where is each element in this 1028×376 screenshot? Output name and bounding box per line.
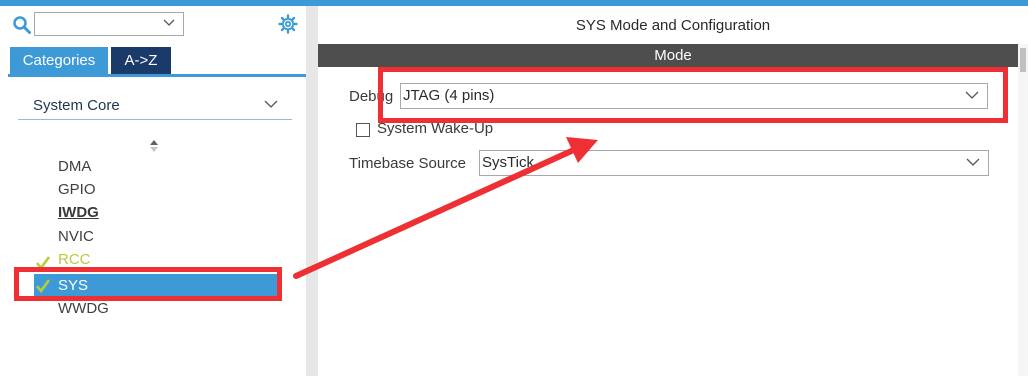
gear-icon[interactable] — [278, 14, 298, 34]
timebase-select[interactable]: SysTick — [479, 150, 989, 176]
section-header-mode[interactable]: Mode — [318, 44, 1028, 67]
list-item-dma[interactable]: DMA — [58, 158, 91, 175]
system-wakeup-checkbox[interactable] — [356, 123, 370, 137]
list-item-iwdg[interactable]: IWDG — [58, 204, 99, 221]
tab-underline — [8, 74, 306, 77]
search-icon[interactable] — [12, 15, 32, 35]
chevron-down-icon[interactable] — [264, 98, 278, 110]
search-input[interactable] — [34, 12, 184, 36]
vertical-scrollbar[interactable] — [1018, 44, 1028, 376]
scrollbar-thumb[interactable] — [1020, 48, 1026, 72]
category-select-value: System Core — [33, 97, 120, 114]
left-panel: Categories A->Z System Core DMA GPIO IWD… — [0, 6, 306, 376]
timebase-select-value: SysTick — [482, 154, 534, 171]
chevron-down-icon[interactable] — [966, 156, 980, 168]
tab-a-to-z[interactable]: A->Z — [111, 47, 171, 74]
list-item-wwdg[interactable]: WWDG — [58, 300, 109, 317]
highlight-box-debug — [378, 67, 1008, 123]
list-item-rcc[interactable]: RCC — [58, 251, 91, 268]
chevron-down-icon[interactable] — [163, 16, 175, 28]
list-item-gpio[interactable]: GPIO — [58, 181, 96, 198]
highlight-box-sys — [14, 267, 282, 301]
category-select[interactable]: System Core — [18, 93, 292, 120]
right-panel: SYS Mode and Configuration Mode Debug JT… — [318, 6, 1028, 376]
panel-divider[interactable] — [306, 6, 318, 376]
timebase-label: Timebase Source — [349, 155, 466, 172]
list-item-nvic[interactable]: NVIC — [58, 228, 94, 245]
tab-categories[interactable]: Categories — [10, 47, 108, 74]
page-title: SYS Mode and Configuration — [318, 6, 1028, 42]
sort-icon[interactable] — [149, 139, 159, 153]
